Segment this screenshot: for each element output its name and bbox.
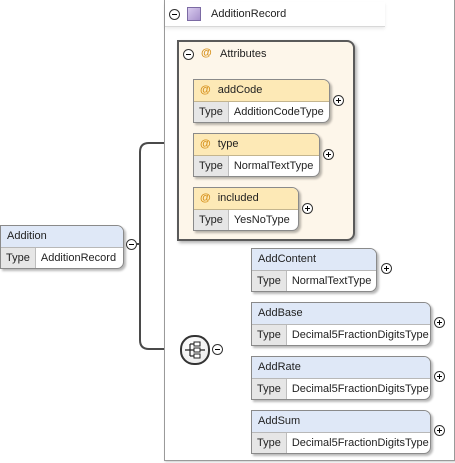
element-name: AddSum bbox=[252, 411, 430, 433]
element-addbase[interactable]: AddBase Type Decimal5FractionDigitsType bbox=[251, 302, 431, 346]
element-addcontent[interactable]: AddContent Type NormalTextType bbox=[251, 248, 377, 292]
collapse-sequence-icon[interactable] bbox=[212, 344, 223, 355]
at-sign-icon: @ bbox=[200, 192, 211, 204]
expand-addbase-icon[interactable] bbox=[434, 317, 445, 328]
complex-type-icon bbox=[187, 7, 201, 21]
element-name: AddContent bbox=[252, 249, 376, 271]
expand-included-icon[interactable] bbox=[302, 203, 313, 214]
type-key: Type bbox=[1, 248, 36, 268]
element-name: Addition bbox=[1, 226, 123, 248]
type-value: AdditionRecord bbox=[40, 252, 117, 264]
attribute-name: included bbox=[217, 192, 259, 204]
expand-addsum-icon[interactable] bbox=[434, 425, 445, 436]
attributes-label: Attributes bbox=[220, 48, 267, 60]
type-value: NormalTextType bbox=[233, 160, 314, 172]
type-key: Type bbox=[194, 102, 229, 122]
root-element-addition[interactable]: Addition Type AdditionRecord bbox=[0, 225, 124, 269]
collapse-attributes-icon[interactable] bbox=[183, 49, 194, 60]
expand-type-icon[interactable] bbox=[323, 149, 334, 160]
type-value: Decimal5FractionDigitsType bbox=[291, 383, 429, 395]
type-key: Type bbox=[252, 379, 287, 399]
attributes-at-sign-icon: @ bbox=[201, 47, 212, 59]
attribute-type[interactable]: @ type Type NormalTextType bbox=[193, 133, 320, 177]
collapse-addition-icon[interactable] bbox=[126, 239, 137, 250]
type-value: NormalTextType bbox=[291, 275, 372, 287]
at-sign-icon: @ bbox=[200, 84, 211, 96]
expand-addrate-icon[interactable] bbox=[434, 371, 445, 382]
type-key: Type bbox=[194, 156, 229, 176]
element-addsum[interactable]: AddSum Type Decimal5FractionDigitsType bbox=[251, 410, 431, 454]
type-key: Type bbox=[194, 210, 229, 230]
type-key: Type bbox=[252, 433, 287, 453]
attribute-addcode[interactable]: @ addCode Type AdditionCodeType bbox=[193, 79, 330, 123]
type-value: Decimal5FractionDigitsType bbox=[291, 437, 429, 449]
type-value: YesNoType bbox=[233, 214, 290, 226]
expand-addcontent-icon[interactable] bbox=[381, 263, 392, 274]
element-name: AddRate bbox=[252, 357, 430, 379]
at-sign-icon: @ bbox=[200, 138, 211, 150]
sequence-compositor-icon[interactable] bbox=[180, 335, 210, 365]
attribute-name: type bbox=[217, 138, 239, 150]
type-key: Type bbox=[252, 271, 287, 291]
element-addrate[interactable]: AddRate Type Decimal5FractionDigitsType bbox=[251, 356, 431, 400]
type-value: AdditionCodeType bbox=[233, 106, 324, 118]
element-name: AddBase bbox=[252, 303, 430, 325]
attribute-name: addCode bbox=[217, 84, 263, 96]
expand-addcode-icon[interactable] bbox=[333, 95, 344, 106]
type-key: Type bbox=[252, 325, 287, 345]
complex-type-name: AdditionRecord bbox=[211, 8, 287, 20]
collapse-complex-type-icon[interactable] bbox=[169, 9, 180, 20]
type-value: Decimal5FractionDigitsType bbox=[291, 329, 429, 341]
attribute-included[interactable]: @ included Type YesNoType bbox=[193, 187, 299, 231]
